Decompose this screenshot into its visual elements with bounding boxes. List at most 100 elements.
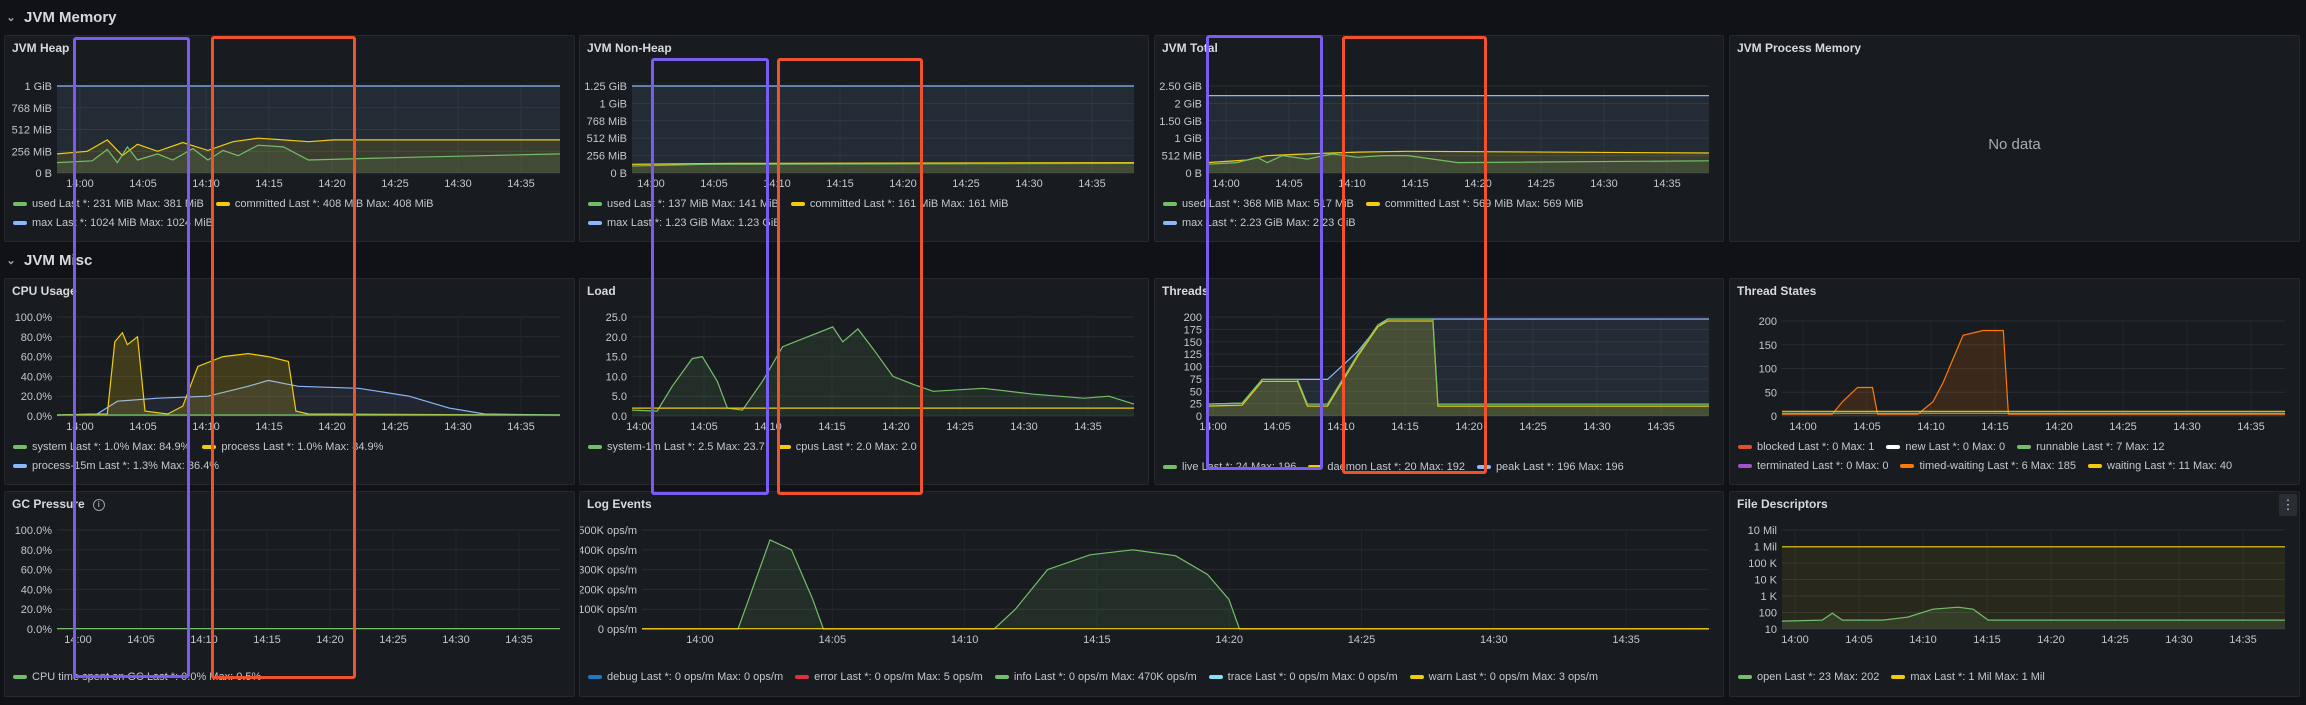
y-tick-label: 25.0 bbox=[606, 312, 627, 324]
legend-swatch bbox=[1208, 675, 1223, 680]
x-tick-label: 14:05 bbox=[690, 421, 718, 433]
row-header-jvm-misc[interactable]: ⌄ JVM Misc bbox=[6, 249, 92, 271]
legend-item[interactable]: blocked Last *: 0 Max: 1 bbox=[1738, 441, 1874, 453]
panel-log-events[interactable]: 500K ops/m 400K ops/m 300K ops/m 200K ops/m… bbox=[579, 491, 1724, 697]
series-area bbox=[1782, 330, 2285, 416]
legend-item[interactable]: process Last *: 1.0% Max: 84.9% bbox=[202, 441, 383, 453]
panel-thread-states[interactable]: 200 150 100 50 0 14:00 14:05 14:10 14:15 14:20 14:… bbox=[1729, 278, 2300, 485]
x-tick-label: 14:10 bbox=[190, 634, 218, 646]
legend-item[interactable]: daemon Last *: 20 Max: 192 bbox=[1308, 461, 1465, 473]
legend-series-name: max bbox=[32, 217, 56, 229]
row-header-jvm-memory[interactable]: ⌄ JVM Memory bbox=[6, 6, 116, 28]
y-tick-label: 200 bbox=[1184, 312, 1202, 324]
legend-item[interactable]: used Last *: 231 MiB Max: 381 MiB bbox=[13, 198, 204, 210]
x-tick-label: 14:00 bbox=[1212, 178, 1240, 190]
y-tick-label: 0.0% bbox=[27, 411, 52, 423]
chart-jvm_total[interactable]: 2.50 GiB 2 GiB 1.50 GiB 1 GiB 512 MiB 0 B 14:0… bbox=[1155, 36, 1723, 241]
panel-file-descriptors[interactable]: 10 Mil 1 Mil 100 K 10 K 1 K 100 10 14:00 14:05 14… bbox=[1729, 491, 2300, 697]
legend-item[interactable]: max Last *: 1.23 GiB Max: 1.23 GiB bbox=[588, 217, 781, 229]
y-tick-label: 0 bbox=[1771, 411, 1777, 423]
legend-item[interactable]: max Last *: 2.23 GiB Max: 2.23 GiB bbox=[1163, 217, 1356, 229]
chart-file_descriptors[interactable]: 10 Mil 1 Mil 100 K 10 K 1 K 100 10 14:00 14:05 14… bbox=[1730, 492, 2299, 696]
panel-title: File Descriptors bbox=[1737, 497, 1828, 511]
chart-threads[interactable]: 200175150125100755025014:00 14:05 14:10 14:… bbox=[1155, 279, 1723, 484]
legend-row: blocked Last *: 0 Max: 1 new Last *: 0 Ma… bbox=[1738, 441, 2173, 453]
y-tick-label: 0 B bbox=[1185, 168, 1202, 180]
panel-threads[interactable]: 200 175 150 125 100 75 50 25 0 14:00 14:05 14:10 14:… bbox=[1154, 278, 1724, 485]
y-tick-label: 75 bbox=[1190, 374, 1202, 386]
x-tick-label: 14:10 bbox=[1327, 421, 1355, 433]
legend-series-name: system bbox=[32, 441, 70, 453]
panel-menu-icon[interactable]: ⋮ bbox=[2279, 494, 2297, 516]
legend-item[interactable]: trace Last *: 0 ops/m Max: 0 ops/m bbox=[1208, 671, 1398, 683]
legend-values: Last *: 1 Mil Max: 1 Mil bbox=[1934, 671, 2045, 683]
x-tick-label: 14:35 bbox=[507, 178, 535, 190]
legend-series-name: waiting bbox=[2107, 460, 2145, 472]
y-tick-label: 1 K bbox=[1760, 591, 1777, 603]
legend-item[interactable]: terminated Last *: 0 Max: 0 bbox=[1738, 460, 1888, 472]
legend-item[interactable]: warn Last *: 0 ops/m Max: 3 ops/m bbox=[1409, 671, 1598, 683]
panel-jvm-heap[interactable]: 1 GiB 768 MiB 512 MiB 256 MiB 0 B 14:00 14:05 1… bbox=[4, 35, 575, 242]
x-tick-label: 14:30 bbox=[1583, 421, 1611, 433]
x-tick-label: 14:05 bbox=[819, 634, 847, 646]
legend-item[interactable]: max Last *: 1 Mil Max: 1 Mil bbox=[1891, 671, 2045, 683]
legend-item[interactable]: used Last *: 368 MiB Max: 517 MiB bbox=[1163, 198, 1354, 210]
legend-values: Last *: 0 Max: 0 bbox=[1812, 460, 1889, 472]
x-tick-label: 14:10 bbox=[763, 178, 791, 190]
legend-values: Last *: 231 MiB Max: 381 MiB bbox=[58, 198, 204, 210]
panel-jvm-total[interactable]: 2.50 GiB 2 GiB 1.50 GiB 1 GiB 512 MiB 0 B 14:0… bbox=[1154, 35, 1724, 242]
legend-swatch bbox=[1738, 464, 1752, 469]
panel-jvm-non-heap[interactable]: 1.25 GiB 1 GiB 768 MiB 512 MiB 256 MiB 0 B 14:… bbox=[579, 35, 1149, 242]
x-tick-label: 14:35 bbox=[1612, 634, 1640, 646]
legend-item[interactable]: open Last *: 23 Max: 202 bbox=[1738, 671, 1879, 683]
legend-item[interactable]: system-1m Last *: 2.5 Max: 23.7 bbox=[588, 441, 765, 453]
legend-item[interactable]: new Last *: 0 Max: 0 bbox=[1886, 441, 2005, 453]
x-tick-label: 14:15 bbox=[255, 178, 283, 190]
chart-jvm_heap[interactable]: 1 GiB 768 MiB 512 MiB 256 MiB 0 B 14:00 14:05 1… bbox=[5, 36, 574, 241]
legend-item[interactable]: system Last *: 1.0% Max: 84.9% bbox=[13, 441, 190, 453]
legend-item[interactable]: waiting Last *: 11 Max: 40 bbox=[2088, 460, 2232, 472]
legend-item[interactable]: committed Last *: 408 MiB Max: 408 MiB bbox=[215, 198, 434, 210]
x-tick-label: 14:20 bbox=[1455, 421, 1483, 433]
legend-item[interactable]: runnable Last *: 7 Max: 12 bbox=[2017, 441, 2165, 453]
panel-jvm-process-memory[interactable]: JVM Process Memory No data bbox=[1729, 35, 2300, 242]
panel-cpu-usage[interactable]: 100.0% 80.0% 60.0% 40.0% 20.0% 0.0% 14:00 14:05… bbox=[4, 278, 575, 485]
chart-load[interactable]: 25.0 20.0 15.0 10.0 5.0 0.014:00 14:05 14:10 14:… bbox=[580, 279, 1148, 484]
legend-item[interactable]: error Last *: 0 ops/m Max: 5 ops/m bbox=[795, 671, 983, 683]
x-tick-label: 14:05 bbox=[1845, 634, 1873, 646]
legend-item[interactable]: process-15m Last *: 1.3% Max: 36.4% bbox=[13, 460, 219, 472]
legend-item[interactable]: used Last *: 137 MiB Max: 141 MiB bbox=[588, 198, 779, 210]
legend-swatch bbox=[215, 202, 230, 207]
y-tick-label: 100K ops/m bbox=[580, 604, 637, 616]
legend-item[interactable]: timed-waiting Last *: 6 Max: 185 bbox=[1900, 460, 2076, 472]
legend-values: Last *: 23 Max: 202 bbox=[1784, 671, 1880, 683]
legend-row: process-15m Last *: 1.3% Max: 36.4% bbox=[13, 460, 227, 472]
y-tick-label: 768 MiB bbox=[12, 103, 52, 115]
legend-item[interactable]: info Last *: 0 ops/m Max: 470K ops/m bbox=[994, 671, 1197, 683]
legend-item[interactable]: committed Last *: 569 MiB Max: 569 MiB bbox=[1365, 198, 1584, 210]
legend-item[interactable]: debug Last *: 0 ops/m Max: 0 ops/m bbox=[588, 671, 783, 683]
legend-item[interactable]: CPU time spent on GC Last *: 0.0% Max: 0… bbox=[13, 671, 261, 683]
chevron-down-icon[interactable]: ⌄ bbox=[6, 254, 16, 267]
chart-log_events[interactable]: 500K ops/m 400K ops/m 300K ops/m 200K ops/m… bbox=[580, 492, 1723, 696]
legend-values: Last *: 161 MiB Max: 161 MiB bbox=[863, 198, 1009, 210]
series-area bbox=[632, 86, 1134, 173]
x-tick-label: 14:25 bbox=[379, 634, 407, 646]
panel-load[interactable]: 25.0 20.0 15.0 10.0 5.0 0.0 14:00 14:05 14:10 14:… bbox=[579, 278, 1149, 485]
x-tick-label: 14:20 bbox=[316, 634, 344, 646]
chart-cpu_usage[interactable]: 100.0% 80.0% 60.0% 40.0% 20.0% 0.0% 14:00 14:05… bbox=[5, 279, 574, 484]
info-icon[interactable]: i bbox=[92, 498, 105, 511]
chart-gc_pressure[interactable]: 100.0% 80.0% 60.0% 40.0% 20.0% 0.0% 14:00 14:05… bbox=[5, 492, 574, 696]
x-tick-label: 14:30 bbox=[444, 421, 472, 433]
legend-item[interactable]: live Last *: 24 Max: 196 bbox=[1163, 461, 1296, 473]
chart-thread_states[interactable]: 200 150 100 50 0 14:00 14:05 14:10 14:15 14:20 14:… bbox=[1730, 279, 2299, 484]
legend-item[interactable]: cpus Last *: 2.0 Max: 2.0 bbox=[776, 441, 917, 453]
x-tick-label: 14:25 bbox=[2101, 634, 2129, 646]
chevron-down-icon[interactable]: ⌄ bbox=[6, 11, 16, 24]
legend-series-name: process bbox=[221, 441, 263, 453]
legend-item[interactable]: max Last *: 1024 MiB Max: 1024 MiB bbox=[13, 217, 213, 229]
panel-gc-pressure[interactable]: 100.0% 80.0% 60.0% 40.0% 20.0% 0.0% 14:00 14:05… bbox=[4, 491, 575, 697]
legend-item[interactable]: peak Last *: 196 Max: 196 bbox=[1476, 461, 1624, 473]
legend-item[interactable]: committed Last *: 161 MiB Max: 161 MiB bbox=[790, 198, 1009, 210]
chart-jvm_nonheap[interactable]: 1.25 GiB 1 GiB 768 MiB 512 MiB 256 MiB 0 B 14:… bbox=[580, 36, 1148, 241]
